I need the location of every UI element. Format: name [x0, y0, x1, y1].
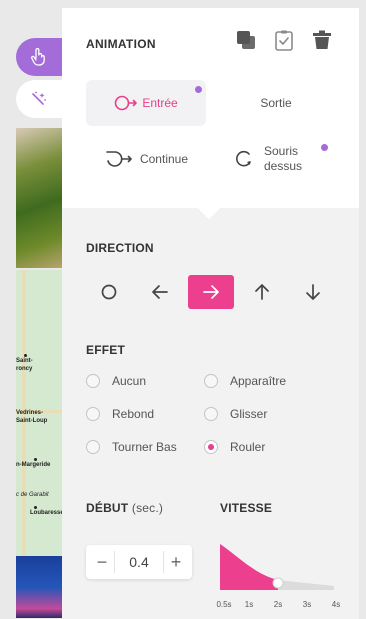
effect-option-rouler[interactable]: Rouler — [204, 440, 265, 454]
direction-down[interactable] — [290, 275, 336, 309]
effect-option-rebond[interactable]: Rebond — [86, 407, 154, 421]
map-label: Vedrines- — [16, 410, 44, 416]
animation-type-label: Continue — [139, 152, 189, 166]
animation-type-label: Sortie — [260, 96, 292, 110]
radio-circle — [86, 440, 100, 454]
arrow-right-icon — [203, 285, 219, 299]
effect-option-label: Apparaître — [230, 374, 287, 388]
tab-animation[interactable] — [16, 80, 64, 118]
speed-curve — [220, 544, 334, 590]
tab-interaction[interactable] — [16, 38, 64, 76]
divider — [163, 551, 164, 573]
map-label: c de Garabit — [16, 492, 49, 498]
map-label: Loubaresse — [30, 510, 64, 516]
arrow-down-icon — [306, 284, 320, 300]
loop-arrow-icon — [106, 151, 132, 167]
effect-label: EFFET — [86, 343, 125, 357]
active-indicator-dot — [321, 144, 328, 151]
map-label: roncy — [16, 366, 33, 372]
animation-type-label: Entrée — [142, 96, 178, 110]
speed-tick: 0.5s — [216, 600, 232, 609]
speed-tick: 2s — [273, 600, 283, 609]
direction-selector — [86, 275, 336, 309]
map-image: Saint- roncy Vedrines- Saint-Loup n-Marg… — [16, 270, 64, 560]
map-dot — [24, 354, 27, 357]
animation-type-label: Souris dessus — [264, 144, 303, 173]
speed-tick: 4s — [331, 600, 341, 609]
animation-type-sortie[interactable]: Sortie — [214, 80, 334, 126]
direction-none[interactable] — [86, 275, 132, 309]
radio-circle — [204, 440, 218, 454]
panel-toolbar — [234, 28, 334, 52]
effect-option-aucun[interactable]: Aucun — [86, 374, 146, 388]
start-value-input[interactable]: 0.4 — [129, 554, 148, 570]
speed-tick: 3s — [302, 600, 312, 609]
effect-option-apparaitre[interactable]: Apparaître — [204, 374, 286, 388]
direction-left[interactable] — [137, 275, 183, 309]
active-indicator-dot — [195, 86, 202, 93]
increment-button[interactable]: + — [168, 553, 184, 571]
effect-option-label: Glisser — [230, 407, 268, 421]
slider-handle — [272, 577, 284, 589]
arrow-left-icon — [152, 285, 168, 299]
direction-right[interactable] — [188, 275, 234, 309]
effect-option-label: Aucun — [112, 374, 147, 388]
trash-icon[interactable] — [310, 28, 334, 52]
speed-slider[interactable]: 0.5s 1s 2s 3s 4s — [214, 542, 342, 612]
start-stepper: − 0.4 + — [86, 545, 192, 579]
animation-type-continue[interactable]: Continue — [86, 136, 206, 182]
clipboard-check-icon[interactable] — [272, 28, 296, 52]
animation-type-entree[interactable]: Entrée — [86, 80, 206, 126]
effect-option-glisser[interactable]: Glisser — [204, 407, 267, 421]
radio-circle — [86, 374, 100, 388]
effect-option-label: Rebond — [112, 407, 155, 421]
panel-title: ANIMATION — [86, 37, 156, 51]
map-dot — [34, 506, 37, 509]
map-label: n-Margeride — [16, 462, 51, 468]
circle-icon — [101, 284, 117, 300]
radio-circle — [204, 407, 218, 421]
effect-option-label: Rouler — [230, 440, 266, 454]
start-label-text: DÉBUT — [86, 501, 129, 515]
speed-label: VITESSE — [220, 501, 273, 515]
animation-type-souris-dessus[interactable]: Souris dessus — [214, 136, 334, 182]
mountain-photo — [16, 128, 64, 268]
duplicate-icon[interactable] — [234, 28, 258, 52]
speed-tick: 1s — [244, 600, 254, 609]
decrement-button[interactable]: − — [94, 553, 110, 571]
arrow-up-icon — [255, 284, 269, 300]
map-label: Saint-Loup — [16, 418, 48, 424]
direction-label: DIRECTION — [86, 241, 154, 255]
direction-up[interactable] — [239, 275, 285, 309]
animation-panel: ANIMATION Entrée Sortie Continue Souris … — [62, 8, 359, 619]
radio-circle — [204, 374, 218, 388]
circle-arrow-icon — [115, 95, 138, 111]
start-label: DÉBUT (sec.) — [86, 501, 163, 515]
effect-option-tourner-bas[interactable]: Tourner Bas — [86, 440, 177, 454]
effect-option-label: Tourner Bas — [112, 440, 177, 454]
hand-pointer-icon — [31, 48, 45, 66]
map-label: Saint- — [16, 358, 33, 364]
start-unit: (sec.) — [131, 501, 164, 515]
magic-wand-icon — [32, 91, 46, 105]
map-dot — [34, 458, 37, 461]
divider — [114, 551, 115, 573]
hover-circle-icon — [236, 150, 251, 167]
radio-circle — [86, 407, 100, 421]
blue-photo — [16, 556, 64, 618]
